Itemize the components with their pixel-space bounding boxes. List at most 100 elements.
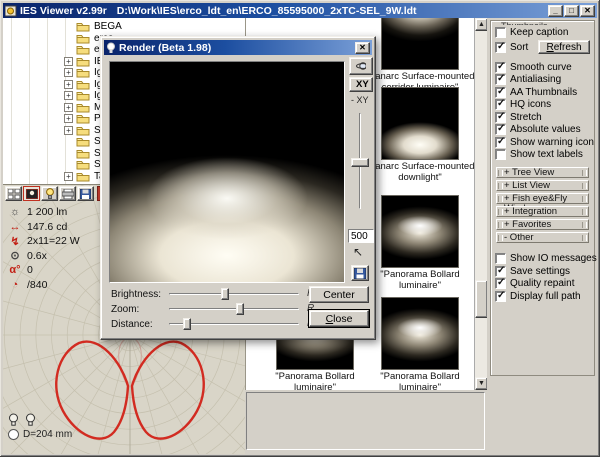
- checkbox-row[interactable]: ✓ Save settings: [495, 265, 590, 278]
- dialog-close-button[interactable]: Close: [309, 310, 369, 327]
- checkbox[interactable]: ✓: [495, 99, 506, 110]
- xy-view-button[interactable]: XY: [349, 77, 373, 92]
- minimize-button[interactable]: _: [548, 5, 563, 17]
- panel-bar[interactable]: + Tree View: [496, 167, 589, 179]
- panel-bar[interactable]: + Favorites: [496, 219, 589, 231]
- folder-icon: [76, 90, 90, 101]
- panel-bar[interactable]: + List View: [496, 180, 589, 192]
- thumbnail-image[interactable]: [381, 87, 459, 160]
- list-view-icon[interactable]: [5, 186, 22, 201]
- tree-expander[interactable]: +: [64, 91, 73, 100]
- checkbox-row[interactable]: ✓ Sort Refresh: [495, 40, 590, 55]
- title-bar[interactable]: IES Viewer v2.99rD:\Work\IES\erco_ldt_en…: [3, 3, 597, 18]
- orbit-3d-icon[interactable]: [349, 57, 373, 75]
- close-button[interactable]: ✕: [580, 5, 595, 17]
- checkbox[interactable]: ✓: [495, 74, 506, 85]
- maximize-button[interactable]: □: [564, 5, 579, 17]
- scrollbar-thumb[interactable]: [475, 280, 487, 318]
- photo-view-icon[interactable]: [23, 186, 40, 201]
- slider-track[interactable]: [169, 293, 299, 295]
- checkbox[interactable]: ✓: [495, 87, 506, 98]
- thumbnail-item[interactable]: "Panarc Surface-mounted corridor luminai…: [365, 18, 475, 70]
- options-group: Thumbnails ✓ Keep caption ✓ Sort Refresh: [490, 20, 595, 376]
- picker-cursor-icon[interactable]: ↖: [353, 245, 363, 259]
- thumbnail-caption: "Panorama Bollard luminaire": [260, 372, 370, 390]
- slider-thumb[interactable]: [236, 303, 244, 315]
- thumbnail-image[interactable]: [381, 297, 459, 370]
- checkbox[interactable]: ✓: [495, 112, 506, 123]
- thumbnail-item[interactable]: "Panarc Surface-mounted downlight": [365, 87, 475, 160]
- printer-icon[interactable]: [59, 186, 76, 201]
- tree-item[interactable]: + BEGA: [3, 21, 245, 33]
- checkbox[interactable]: ✓: [495, 253, 506, 264]
- diameter-icon: [8, 429, 19, 440]
- thumbnail-image[interactable]: [381, 195, 459, 268]
- tree-expander[interactable]: +: [64, 126, 73, 135]
- app-window: IES Viewer v2.99rD:\Work\IES\erco_ldt_en…: [0, 0, 600, 457]
- app-icon: [5, 5, 17, 17]
- dialog-title-bar[interactable]: Render (Beta 1.98) ✕: [104, 40, 372, 55]
- checkbox-row[interactable]: ✓ Absolute values: [495, 124, 590, 137]
- thumbnail-item[interactable]: "Panorama Bollard luminaire": [365, 297, 475, 370]
- checkbox-row[interactable]: ✓ Smooth curve: [495, 61, 590, 74]
- lamp-icon[interactable]: [41, 186, 58, 201]
- tree-expander[interactable]: +: [64, 172, 73, 181]
- panel-bar[interactable]: + Fish eye&Fly Window: [496, 193, 589, 205]
- vertical-slider-thumb[interactable]: [351, 158, 369, 167]
- checkbox-row[interactable]: ✓ Antialiasing: [495, 74, 590, 87]
- window-title: IES Viewer v2.99rD:\Work\IES\erco_ldt_en…: [20, 5, 547, 17]
- folder-icon: [76, 67, 90, 78]
- checkbox[interactable]: ✓: [495, 62, 506, 73]
- tree-expander[interactable]: +: [64, 114, 73, 123]
- scroll-up-icon[interactable]: ▲: [475, 18, 487, 31]
- checkbox-row[interactable]: ✓ Keep caption: [495, 25, 590, 40]
- panel-bar[interactable]: + Integration: [496, 206, 589, 218]
- checkbox-row[interactable]: ✓ Show text labels: [495, 149, 590, 162]
- tree-expander[interactable]: +: [64, 103, 73, 112]
- panel-bar[interactable]: - Other: [496, 232, 589, 244]
- tree-expander[interactable]: +: [64, 57, 73, 66]
- folder-icon: [76, 136, 90, 147]
- folder-icon: [76, 21, 90, 32]
- thumbnail-scrollbar[interactable]: ▲ ▼: [474, 18, 487, 390]
- dialog-close-icon[interactable]: ✕: [355, 42, 370, 54]
- render-canvas[interactable]: [109, 61, 345, 283]
- scroll-down-icon[interactable]: ▼: [475, 377, 487, 390]
- bulb-icon: [106, 42, 116, 54]
- thumbnail-item[interactable]: "Panorama Bollard luminaire": [365, 195, 475, 268]
- photometry-value-row: ↔ 147.6 cd: [8, 220, 67, 235]
- photometry-value-row: ⊙ 0.6x: [8, 249, 47, 264]
- bulb-icon: [8, 413, 19, 426]
- photometry-icon: ◔: [8, 279, 22, 291]
- checkbox[interactable]: ✓: [495, 278, 506, 289]
- photometry-toolbar: [5, 186, 101, 201]
- thumbnail-image[interactable]: [381, 18, 459, 70]
- checkbox[interactable]: ✓: [495, 42, 506, 53]
- center-button[interactable]: Center: [309, 286, 369, 303]
- render-distance-input[interactable]: [348, 229, 374, 243]
- checkbox[interactable]: ✓: [495, 266, 506, 277]
- checkbox[interactable]: ✓: [495, 137, 506, 148]
- refresh-button[interactable]: Refresh: [538, 40, 590, 54]
- checkbox[interactable]: ✓: [495, 27, 506, 38]
- checkbox-row[interactable]: ✓ AA Thumbnails: [495, 86, 590, 99]
- folder-icon: [76, 33, 90, 44]
- checkbox[interactable]: ✓: [495, 124, 506, 135]
- checkbox-row[interactable]: ✓ Quality repaint: [495, 278, 590, 291]
- checkbox-row[interactable]: ✓ Show IO messages: [495, 253, 590, 266]
- checkbox[interactable]: ✓: [495, 149, 506, 160]
- checkbox-row[interactable]: ✓ HQ icons: [495, 99, 590, 112]
- photometry-value-row: ◔ /840: [8, 278, 47, 293]
- checkbox-row[interactable]: ✓ Display full path: [495, 290, 590, 303]
- slider-track[interactable]: [169, 308, 299, 310]
- photometry-value-row: ☼ 1 200 lm: [8, 205, 67, 220]
- checkbox-row[interactable]: ✓ Stretch: [495, 111, 590, 124]
- save-render-icon[interactable]: [351, 265, 369, 281]
- slider-thumb[interactable]: [221, 288, 229, 300]
- checkbox[interactable]: ✓: [495, 291, 506, 302]
- slider-thumb[interactable]: [183, 318, 191, 330]
- tree-expander[interactable]: +: [64, 68, 73, 77]
- tree-expander[interactable]: +: [64, 80, 73, 89]
- checkbox-row[interactable]: ✓ Show warning icon: [495, 136, 590, 149]
- save-icon[interactable]: [77, 186, 94, 201]
